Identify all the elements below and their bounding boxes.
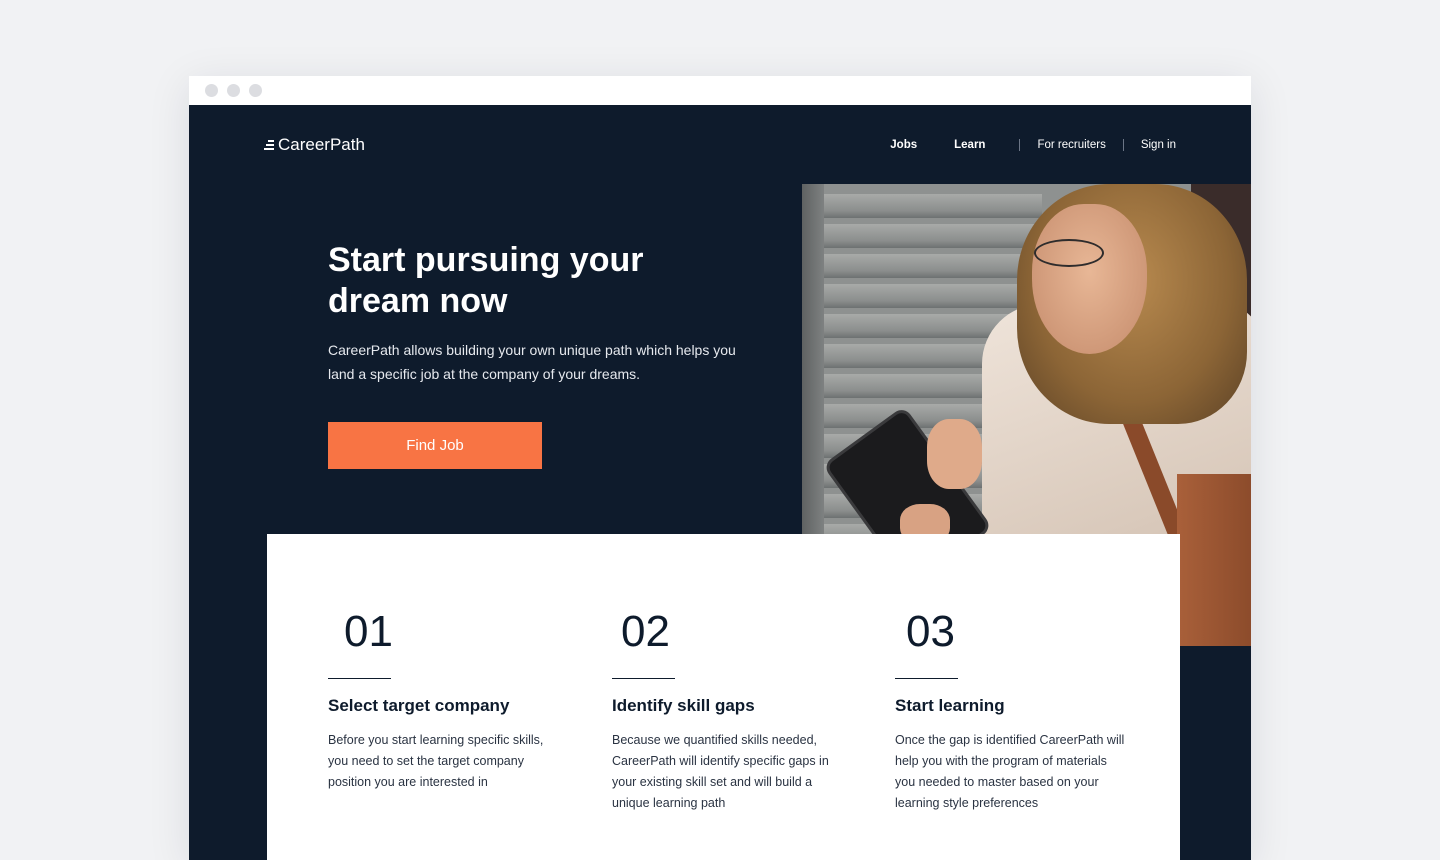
nav-jobs[interactable]: Jobs [890, 139, 917, 151]
steps-section: 01 Select target company Before you star… [267, 534, 1180, 860]
step-number: 01 [344, 607, 393, 656]
logo-text: CareerPath [278, 135, 365, 154]
browser-window: CareerPath Jobs Learn For recruiters Sig… [189, 76, 1251, 860]
nav-learn[interactable]: Learn [954, 139, 985, 151]
step-card: 01 Select target company Before you star… [328, 606, 568, 793]
logo[interactable]: CareerPath [264, 135, 365, 155]
step-card: 03 Start learning Once the gap is identi… [895, 606, 1135, 814]
step-divider [328, 678, 391, 679]
hero-description: CareerPath allows building your own uniq… [328, 342, 736, 382]
browser-title-bar [189, 76, 1251, 105]
hero-title: Start pursuing your dream now [328, 241, 644, 320]
step-description: Before you start learning specific skill… [328, 733, 544, 789]
step-divider [895, 678, 958, 679]
window-dot-minimize[interactable] [227, 84, 240, 97]
landing-page: CareerPath Jobs Learn For recruiters Sig… [189, 105, 1251, 860]
logo-icon [264, 139, 274, 151]
step-divider [612, 678, 675, 679]
step-title: Select target company [328, 696, 510, 715]
window-dot-close[interactable] [205, 84, 218, 97]
window-dot-maximize[interactable] [249, 84, 262, 97]
step-number: 03 [906, 607, 955, 656]
nav-divider [1122, 139, 1124, 151]
step-title: Identify skill gaps [612, 696, 755, 715]
step-description: Because we quantified skills needed, Car… [612, 733, 829, 810]
step-title: Start learning [895, 696, 1005, 715]
step-description: Once the gap is identified CareerPath wi… [895, 733, 1125, 810]
top-nav: Jobs Learn For recruiters Sign in [890, 139, 1176, 151]
nav-for-recruiters[interactable]: For recruiters [1037, 139, 1105, 151]
nav-sign-in[interactable]: Sign in [1141, 139, 1176, 151]
nav-divider [1019, 139, 1021, 151]
find-job-button[interactable]: Find Job [328, 422, 542, 469]
step-card: 02 Identify skill gaps Because we quanti… [612, 606, 852, 814]
step-number: 02 [621, 607, 670, 656]
